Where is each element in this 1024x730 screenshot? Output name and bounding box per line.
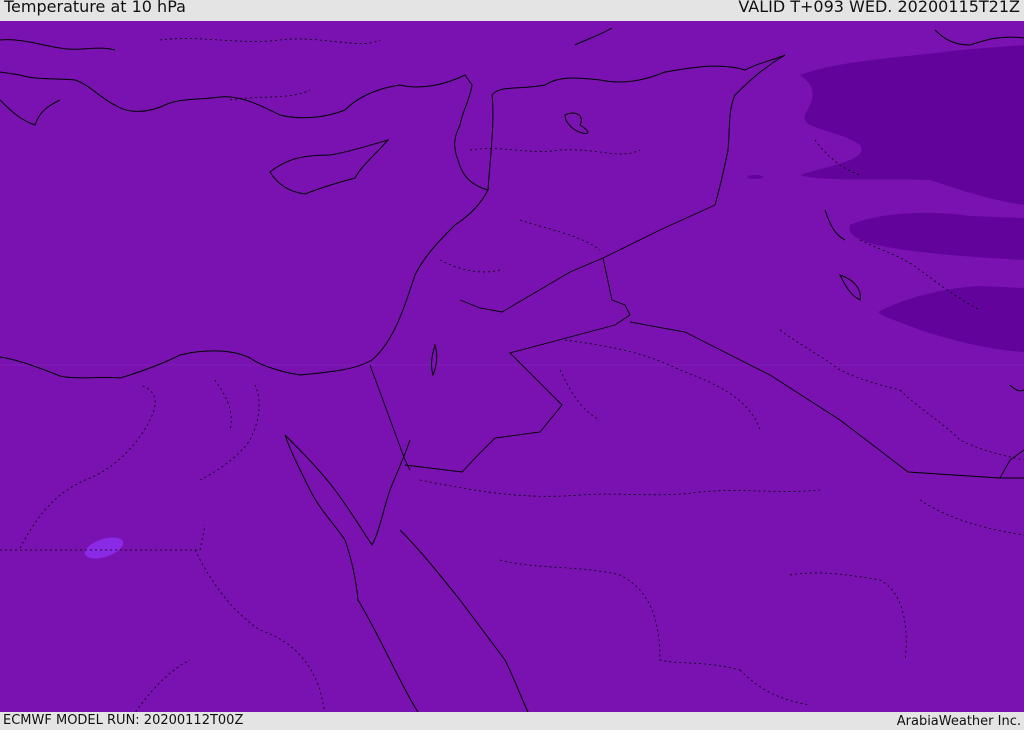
map-title: Temperature at 10 hPa <box>4 0 186 16</box>
weather-map[interactable] <box>0 21 1024 712</box>
model-run-label: ECMWF MODEL RUN: 20200112T00Z <box>3 713 244 728</box>
credit-label: ArabiaWeather Inc. <box>896 714 1021 729</box>
footer-bar: ECMWF MODEL RUN: 20200112T00Z ArabiaWeat… <box>0 712 1024 729</box>
map-canvas <box>0 21 1024 712</box>
valid-time: VALID T+093 WED. 20200115T21Z <box>738 0 1020 16</box>
header-bar: Temperature at 10 hPa VALID T+093 WED. 2… <box>0 0 1024 21</box>
